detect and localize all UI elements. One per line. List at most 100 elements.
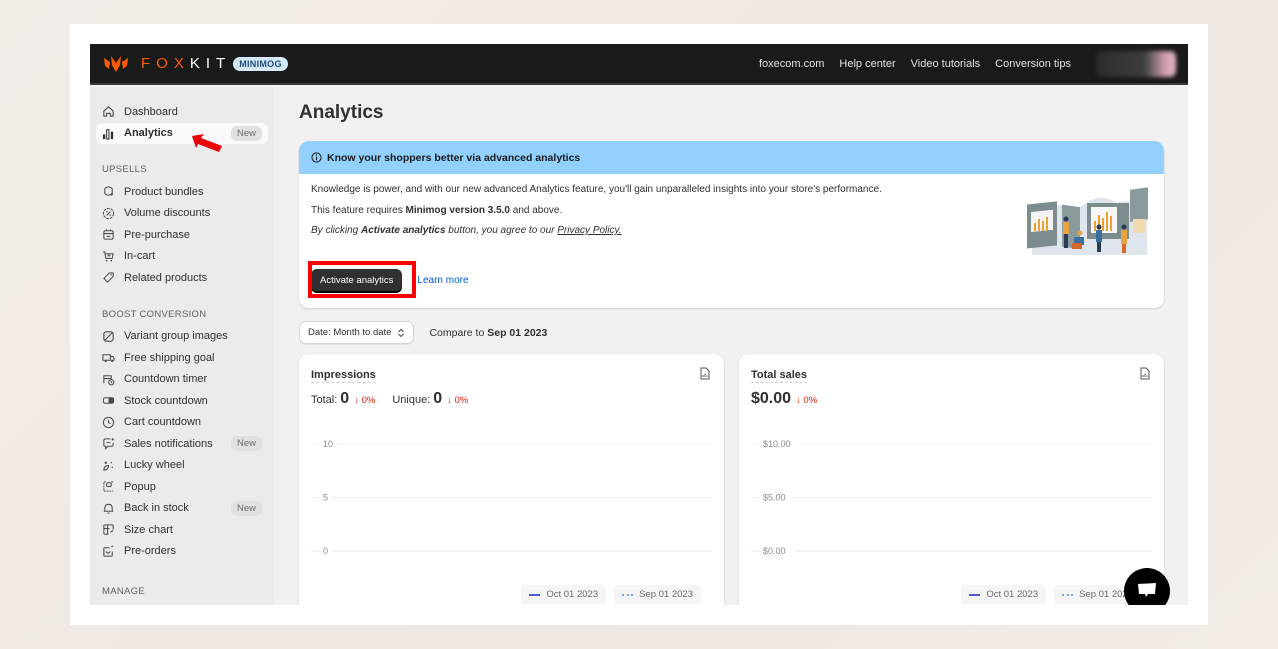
sidebar-item-back-in-stock[interactable]: Back in stock New: [96, 498, 268, 520]
clock-icon: [102, 416, 115, 429]
impressions-card: Impressions Total: 0 ↓ 0% Unique: 0 ↓ 0%…: [299, 354, 724, 605]
impressions-chart: 10 5 0: [311, 438, 712, 557]
sidebar-item-related-products[interactable]: Related products: [96, 267, 268, 289]
sidebar-item-label: Pre-orders: [124, 545, 176, 558]
unique-label: Unique:: [392, 394, 431, 406]
sidebar-item-label: Sales notifications: [124, 437, 213, 450]
sidebar-item-variant-group-images[interactable]: Variant group images: [96, 326, 268, 348]
pre-purchase-icon: [102, 228, 115, 241]
link-conversion-tips[interactable]: Conversion tips: [995, 58, 1071, 70]
sidebar-item-size-chart[interactable]: Size chart: [96, 519, 268, 541]
learn-more-link[interactable]: Learn more: [417, 275, 468, 286]
legend-label: Oct 01 2023: [986, 589, 1039, 600]
legend-item-current[interactable]: Oct 01 2023: [961, 585, 1047, 604]
dotted-line-swatch: [1062, 593, 1074, 596]
section-title-manage: MANAGE: [102, 586, 145, 597]
date-range-value: Date: Month to date: [308, 327, 392, 338]
sidebar-item-label: Size chart: [124, 523, 173, 536]
compare-date: Sep 01 2023: [487, 326, 548, 339]
link-help-center[interactable]: Help center: [839, 58, 895, 70]
sidebar-item-stock-countdown[interactable]: Stock countdown: [96, 390, 268, 412]
sidebar-item-label: Volume discounts: [124, 207, 211, 220]
link-video-tutorials[interactable]: Video tutorials: [911, 58, 981, 70]
sidebar-item-pre-purchase[interactable]: Pre-purchase: [96, 224, 268, 246]
popup-icon: [102, 480, 115, 493]
total-sales-value: $0.00: [751, 390, 792, 407]
link-foxecom[interactable]: foxecom.com: [759, 58, 824, 70]
text-segment: button, you agree to our: [445, 225, 558, 236]
cart-icon: [102, 250, 115, 263]
logo-wordmark: FOXKIT: [141, 55, 231, 72]
sidebar-item-label: Popup: [124, 480, 156, 493]
section-title-upsells: UPSELLS: [102, 164, 147, 175]
info-icon: [311, 152, 322, 163]
page-title: Analytics: [299, 102, 384, 123]
new-badge: New: [230, 436, 262, 452]
bundle-icon: [102, 185, 115, 198]
top-bar: FOXKIT MINIMOG foxecom.com Help center V…: [90, 44, 1188, 85]
analytics-illustration: [1027, 187, 1148, 255]
y-tick-label: 0: [323, 546, 328, 556]
export-report-icon[interactable]: [700, 367, 710, 380]
sidebar-item-label: Pre-purchase: [124, 228, 191, 241]
sidebar-item-sales-notifications[interactable]: Sales notifications New: [96, 433, 268, 455]
sidebar-item-popup[interactable]: Popup: [96, 476, 268, 498]
total-sales-title[interactable]: Total sales: [751, 369, 808, 383]
banner-actions: Activate analytics Learn more: [308, 261, 469, 298]
app-window: FOXKIT MINIMOG foxecom.com Help center V…: [90, 44, 1188, 605]
sidebar-item-analytics[interactable]: Analytics New: [96, 122, 268, 144]
sidebar-item-cart-countdown[interactable]: Cart countdown: [96, 412, 268, 434]
impressions-legend: Oct 01 2023 Sep 01 2023: [521, 585, 701, 604]
logo-text-fox: FOX: [141, 55, 190, 72]
text-segment: By clicking: [311, 225, 362, 236]
sidebar-item-in-cart[interactable]: In-cart: [96, 246, 268, 268]
compare-prefix: Compare to: [429, 326, 488, 339]
foxkit-logo[interactable]: FOXKIT MINIMOG: [103, 55, 288, 73]
compare-label: Compare to Sep 01 2023: [429, 327, 547, 339]
sidebar-item-label: Back in stock: [124, 502, 189, 515]
pre-order-icon: [102, 545, 115, 558]
new-badge: New: [230, 500, 262, 516]
chat-notification-icon: [102, 437, 115, 451]
solid-line-swatch: [969, 593, 981, 596]
total-sales-chart: $10.00 $5.00 $0.00: [751, 438, 1152, 557]
banner-heading: Know your shoppers better via advanced a…: [327, 151, 581, 164]
unique-change: ↓ 0%: [447, 395, 469, 406]
sidebar-item-countdown-timer[interactable]: Countdown timer: [96, 369, 268, 391]
privacy-policy-link[interactable]: Privacy Policy.: [557, 225, 621, 236]
date-range-select[interactable]: Date: Month to date: [299, 321, 415, 344]
sidebar-item-label: Cart countdown: [124, 416, 202, 429]
discount-icon: [102, 207, 115, 220]
export-report-icon[interactable]: [1140, 367, 1150, 380]
impressions-title[interactable]: Impressions: [311, 369, 376, 383]
sidebar-item-dashboard[interactable]: Dashboard: [96, 101, 268, 123]
sidebar-item-pre-orders[interactable]: Pre-orders: [96, 541, 268, 563]
text-segment: This feature requires: [311, 204, 406, 216]
banner-header: Know your shoppers better via advanced a…: [299, 141, 1164, 174]
sales-metrics: $0.00 ↓ 0%: [751, 390, 834, 408]
sidebar-item-label: In-cart: [124, 250, 156, 263]
sidebar-item-label: Countdown timer: [124, 373, 208, 386]
image-icon: [102, 330, 115, 343]
sidebar-item-free-shipping-goal[interactable]: Free shipping goal: [96, 347, 268, 369]
total-sales-change: ↓ 0%: [796, 395, 818, 406]
sidebar-item-lucky-wheel[interactable]: Lucky wheel: [96, 455, 268, 477]
sidebar-item-product-bundles[interactable]: Product bundles: [96, 181, 268, 203]
total-sales-card: Total sales $0.00 ↓ 0% $10.00 $5.00 $0.00 …: [739, 354, 1164, 605]
user-account-chip[interactable]: [1096, 50, 1176, 77]
analytics-promo-banner: Know your shoppers better via advanced a…: [299, 141, 1164, 308]
y-tick-label: 10: [323, 439, 333, 449]
legend-item-current[interactable]: Oct 01 2023: [521, 585, 607, 604]
bell-icon: [102, 502, 115, 515]
sidebar-item-label: Free shipping goal: [124, 351, 215, 364]
activate-analytics-button[interactable]: Activate analytics: [311, 269, 403, 292]
main-content: Analytics Know your shoppers better via …: [299, 87, 1179, 605]
y-tick-label: $5.00: [763, 493, 786, 503]
sidebar-item-volume-discounts[interactable]: Volume discounts: [96, 203, 268, 225]
legend-item-compare[interactable]: Sep 01 2023: [614, 585, 701, 604]
top-nav: foxecom.com Help center Video tutorials …: [759, 50, 1176, 77]
sidebar-item-label: Product bundles: [124, 185, 204, 198]
section-title-boost-conversion: BOOST CONVERSION: [102, 308, 207, 320]
total-sales-legend: Oct 01 2023 Sep 01 2023: [961, 585, 1141, 604]
y-tick-label: 5: [323, 493, 328, 503]
